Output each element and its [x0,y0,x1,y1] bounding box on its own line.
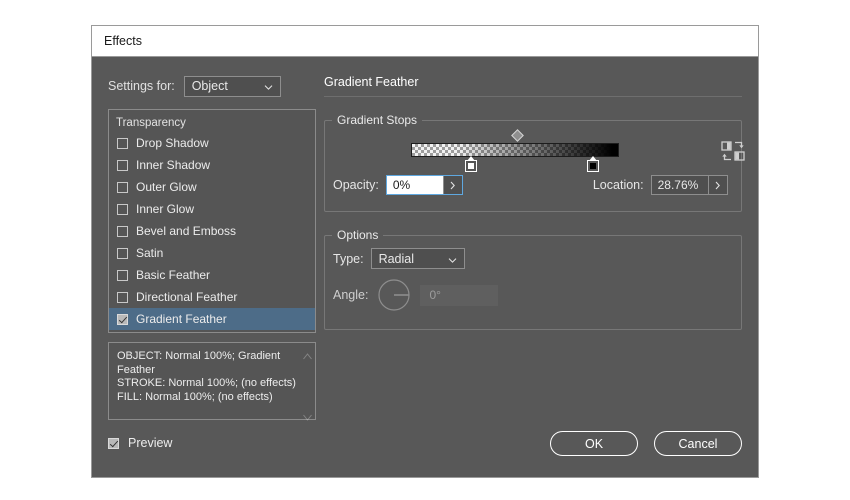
dialog-body: Settings for: Object Transparency Drop S… [92,57,758,477]
effect-label: Outer Glow [136,180,197,194]
dialog-footer: Preview OK Cancel [92,425,758,477]
effect-row-gradient-feather[interactable]: Gradient Feather [109,308,315,330]
angle-label: Angle: [333,288,369,302]
angle-row: Angle: 0° [325,279,741,311]
effects-description-box: OBJECT: Normal 100%; Gradient Feather ST… [108,342,316,421]
effect-label: Gradient Feather [136,312,227,326]
effects-dialog: Effects Settings for: Object Transparenc… [91,25,759,478]
stop-color-swatch[interactable] [587,160,599,172]
right-column: Gradient Feather Gradient Stops Opacity:… [324,75,745,330]
settings-for-dropdown[interactable]: Object [183,75,281,97]
description-line: FILL: Normal 100%; (no effects) [117,390,273,403]
settings-for-row: Settings for: Object [108,75,316,97]
effect-label: Inner Glow [136,202,195,216]
dialog-title: Effects [104,34,142,48]
location-value: 28.76% [657,178,699,192]
effect-row-satin[interactable]: Satin [109,242,315,264]
gradient-stops-body: Opacity: 0% Location: 28.76% [325,127,745,211]
gradient-stops-legend: Gradient Stops [337,113,418,127]
opacity-stepper-icon[interactable] [442,176,462,194]
gradient-values-row: Opacity: 0% Location: 28.76% [325,175,741,195]
effect-row-outer-glow[interactable]: Outer Glow [109,176,315,198]
settings-for-label: Settings for: [108,79,175,93]
description-line: OBJECT: Normal 100%; Gradient [117,350,281,362]
checkbox-satin[interactable] [117,247,128,259]
gradient-midpoint-handle[interactable] [511,129,524,142]
effects-checkbox-list[interactable]: Transparency Drop Shadow Inner Shadow Ou… [108,109,316,333]
angle-dial[interactable] [378,279,411,311]
checkbox-bevel-and-emboss[interactable] [117,225,128,237]
scroll-up-icon[interactable] [303,347,312,360]
effect-row-inner-shadow[interactable]: Inner Shadow [109,154,315,176]
checkbox-directional-feather[interactable] [117,291,128,303]
chevron-down-icon [264,81,273,90]
effect-label: Drop Shadow [136,136,209,150]
effect-label: Basic Feather [136,268,211,282]
gradient-stops-group: Gradient Stops Opacity: 0% Location: 28.… [324,113,745,212]
effect-row-basic-feather[interactable]: Basic Feather [109,264,315,286]
effect-label: Bevel and Emboss [136,224,237,238]
effect-row-directional-feather[interactable]: Directional Feather [109,286,315,308]
effect-row-drop-shadow[interactable]: Drop Shadow [109,132,315,154]
stop-color-swatch[interactable] [465,160,477,172]
location-input[interactable]: 28.76% [650,175,728,195]
checkbox-drop-shadow[interactable] [117,137,128,149]
cancel-button[interactable]: Cancel [654,431,742,456]
effect-label: Satin [136,246,164,260]
checkbox-inner-shadow[interactable] [117,159,128,171]
preview-toggle[interactable]: Preview [108,436,172,450]
opacity-value: 0% [386,176,443,194]
type-value: Radial [378,251,415,266]
options-body: Type: Radial Angle: 0° [325,242,741,329]
location-label: Location: [592,178,644,192]
checkbox-inner-glow[interactable] [117,203,128,215]
checkbox-outer-glow[interactable] [117,181,128,193]
opacity-label: Opacity: [333,178,379,192]
location-stepper-icon[interactable] [707,176,727,194]
description-line: STROKE: Normal 100%; (no effects) [117,377,296,389]
gradient-stop-handle-black[interactable] [587,156,599,172]
angle-input[interactable]: 0° [420,284,499,306]
description-line: Feather [117,363,155,376]
ok-button[interactable]: OK [550,431,638,456]
opacity-input[interactable]: 0% [385,175,463,195]
gradient-stop-handle-white[interactable] [465,156,477,172]
angle-value: 0° [429,288,441,302]
chevron-down-icon [448,253,457,263]
reverse-gradient-icon[interactable] [721,140,745,162]
left-column: Settings for: Object Transparency Drop S… [108,75,316,421]
settings-for-value: Object [191,79,228,93]
gradient-preview-bar[interactable] [411,143,619,157]
type-row: Type: Radial [325,248,741,269]
transparency-group-label: Transparency [116,117,186,129]
panel-title: Gradient Feather [324,75,742,97]
effect-label: Directional Feather [136,290,238,304]
options-group: Options Type: Radial Angle: 0° [324,228,742,330]
checkbox-basic-feather[interactable] [117,269,128,281]
type-label: Type: [333,251,364,266]
effect-row-inner-glow[interactable]: Inner Glow [109,198,315,220]
checkbox-preview[interactable] [108,437,119,449]
effect-row-bevel-and-emboss[interactable]: Bevel and Emboss [109,220,315,242]
options-legend: Options [337,228,379,242]
effect-label: Inner Shadow [136,158,211,172]
scroll-down-icon[interactable] [303,408,312,421]
checkbox-gradient-feather[interactable] [117,313,128,325]
gradient-ramp-control[interactable] [411,129,745,173]
dialog-title-bar: Effects [92,26,758,57]
type-dropdown[interactable]: Radial [370,248,465,269]
preview-label: Preview [128,436,173,450]
